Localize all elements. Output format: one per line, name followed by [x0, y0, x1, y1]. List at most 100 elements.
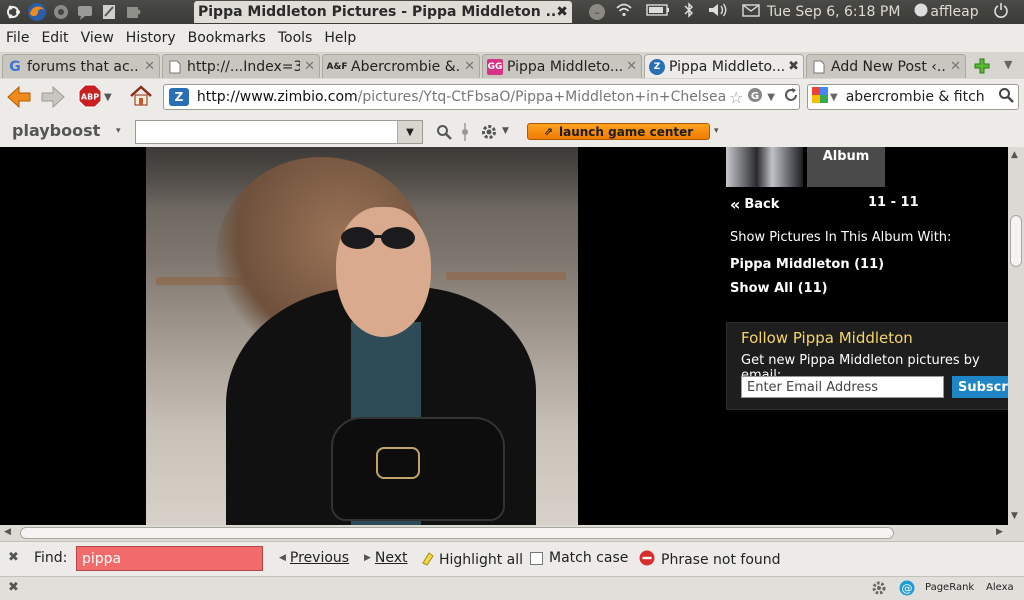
close-statusbar-icon[interactable]: ✖ [8, 580, 19, 595]
highlight-all-button[interactable]: Highlight all [420, 550, 523, 570]
close-findbar-icon[interactable]: ✖ [8, 550, 19, 565]
playboost-logo[interactable]: playboost [12, 121, 100, 140]
minimize-icon[interactable]: – [589, 4, 605, 20]
close-tab-icon[interactable]: ✕ [464, 59, 475, 74]
volume-icon[interactable] [708, 3, 728, 21]
show-with-label: Show Pictures In This Album With: [730, 230, 952, 245]
settings-launcher-icon[interactable] [50, 1, 72, 23]
ubuntu-logo-icon[interactable] [2, 1, 24, 23]
vertical-scrollbar[interactable] [1008, 147, 1024, 525]
tab-pippa-active[interactable]: Z Pippa Middleto... ✖ [644, 54, 804, 78]
playboost-dropdown-chevron-icon[interactable]: ▼ [397, 121, 422, 143]
find-next-button[interactable]: ▶ Next [364, 550, 408, 566]
pagerank-label[interactable]: PageRank [925, 582, 974, 593]
subscribe-button[interactable]: Subscribe [952, 376, 1008, 398]
alexa-label[interactable]: Alexa [986, 582, 1014, 593]
close-tab-icon[interactable]: ✕ [304, 59, 315, 74]
email-input[interactable]: Enter Email Address [741, 376, 944, 398]
match-case-checkbox[interactable]: Match case [530, 550, 628, 566]
system-tray: – Tue Sep 6, 6:18 PM affleap [585, 0, 1016, 24]
vertical-scroll-thumb[interactable] [1010, 215, 1022, 267]
playboost-menu-chevron-icon[interactable]: ▾ [116, 126, 121, 136]
new-tab-button[interactable] [970, 56, 994, 76]
find-previous-button[interactable]: ◀ Previous [279, 550, 349, 566]
playboost-search-input[interactable]: ▼ [135, 120, 423, 144]
scroll-left-arrow-icon[interactable]: ◀ [4, 527, 11, 537]
menu-file[interactable]: File [6, 30, 29, 46]
reload-icon[interactable] [783, 87, 799, 107]
tab-index[interactable]: http://...Index=3 ✕ [162, 54, 320, 78]
search-engine-chevron-icon[interactable]: ▼ [830, 92, 838, 103]
album-label: Album [822, 149, 870, 164]
album-thumbnail[interactable] [726, 147, 803, 187]
tab-add-post[interactable]: Add New Post ‹... ✕ [806, 54, 966, 78]
search-input[interactable]: abercrombie & fitch [846, 89, 998, 105]
editor-launcher-icon[interactable] [98, 1, 120, 23]
mail-icon[interactable] [742, 3, 760, 21]
scroll-right-arrow-icon[interactable]: ▶ [996, 527, 1003, 537]
page-action-icon[interactable]: G [747, 87, 763, 107]
launch-menu-chevron-icon[interactable]: ▾ [714, 126, 719, 136]
search-engine-icon[interactable] [812, 87, 828, 107]
find-label: Find: [34, 550, 68, 566]
close-tab-icon[interactable]: ✕ [626, 59, 637, 74]
close-tab-icon[interactable]: ✖ [788, 59, 799, 74]
tab-label: Abercrombie &... [351, 58, 461, 75]
menu-edit[interactable]: Edit [41, 30, 68, 46]
url-host: http://www.zimbio.com [196, 89, 358, 105]
menu-bookmarks[interactable]: Bookmarks [188, 30, 266, 46]
menu-history[interactable]: History [126, 30, 176, 46]
tab-pippa-1[interactable]: GG Pippa Middleto... ✕ [482, 54, 642, 78]
menu-help[interactable]: Help [324, 30, 356, 46]
album-thumbnail-current[interactable]: Album [807, 147, 885, 187]
wifi-icon[interactable] [616, 3, 632, 21]
playboost-highlight-icon[interactable] [458, 122, 472, 146]
filter-all-link[interactable]: Show All (11) [730, 281, 828, 296]
tab-list-chevron-icon[interactable]: ▼ [1004, 58, 1012, 71]
url-dropdown-chevron-icon[interactable]: ▼ [767, 92, 775, 103]
clock[interactable]: Tue Sep 6, 6:18 PM [767, 4, 900, 20]
site-identity-icon[interactable]: Z [169, 88, 189, 106]
forward-button[interactable] [40, 85, 66, 112]
menu-view[interactable]: View [81, 30, 114, 46]
follow-title: Follow Pippa Middleton [741, 329, 913, 347]
filter-pippa-link[interactable]: Pippa Middleton (11) [730, 257, 884, 272]
bluetooth-icon[interactable] [684, 2, 694, 22]
search-bar[interactable]: ▼ abercrombie & fitch [807, 84, 1019, 110]
playboost-search-icon[interactable] [436, 124, 452, 144]
menu-tools[interactable]: Tools [278, 30, 313, 46]
status-at-icon[interactable]: @ [899, 580, 915, 600]
playboost-gear-icon[interactable] [480, 123, 498, 145]
status-gear-icon[interactable] [871, 580, 887, 600]
user-name[interactable]: affleap [930, 4, 978, 20]
url-bar[interactable]: Z http://www.zimbio.com/pictures/Ytq-CtF… [163, 84, 800, 110]
puzzle-launcher-icon[interactable] [122, 1, 144, 23]
adblock-icon: ABP [78, 84, 102, 108]
bookmark-star-icon[interactable]: ☆ [729, 88, 743, 107]
home-button[interactable] [129, 85, 153, 111]
tab-abercrombie[interactable]: A&F Abercrombie &... ✕ [322, 54, 480, 78]
chat-launcher-icon[interactable] [74, 1, 96, 23]
adblock-menu-chevron-icon[interactable]: ▼ [104, 92, 112, 103]
firefox-launcher-icon[interactable] [26, 1, 48, 23]
search-icon[interactable] [998, 87, 1014, 107]
battery-icon[interactable] [646, 4, 670, 20]
scroll-up-arrow-icon[interactable]: ▲ [1011, 150, 1018, 160]
close-tab-icon[interactable]: ✕ [950, 59, 961, 74]
back-button[interactable] [6, 85, 32, 112]
close-window-icon[interactable]: ✖ [556, 4, 568, 20]
launch-game-center-button[interactable]: ⇗ launch game center [527, 123, 710, 140]
pippa-middleton-photo[interactable] [146, 147, 578, 525]
adblock-button[interactable]: ABP [78, 84, 102, 112]
back-link[interactable]: « Back [730, 195, 779, 214]
scroll-down-arrow-icon[interactable]: ▼ [1011, 511, 1018, 521]
next-label: Next [374, 550, 408, 566]
close-tab-icon[interactable]: ✕ [144, 59, 155, 74]
playboost-gear-chevron-icon[interactable]: ▼ [502, 126, 509, 136]
window-title-bar[interactable]: Pippa Middleton Pictures - Pippa Middlet… [194, 1, 572, 23]
tab-forums[interactable]: G forums that ac... ✕ [2, 54, 160, 78]
power-icon[interactable] [993, 2, 1009, 22]
horizontal-scroll-thumb[interactable] [20, 527, 894, 539]
zimbio-favicon-icon: Z [649, 58, 665, 75]
find-input[interactable]: pippa [76, 546, 263, 571]
